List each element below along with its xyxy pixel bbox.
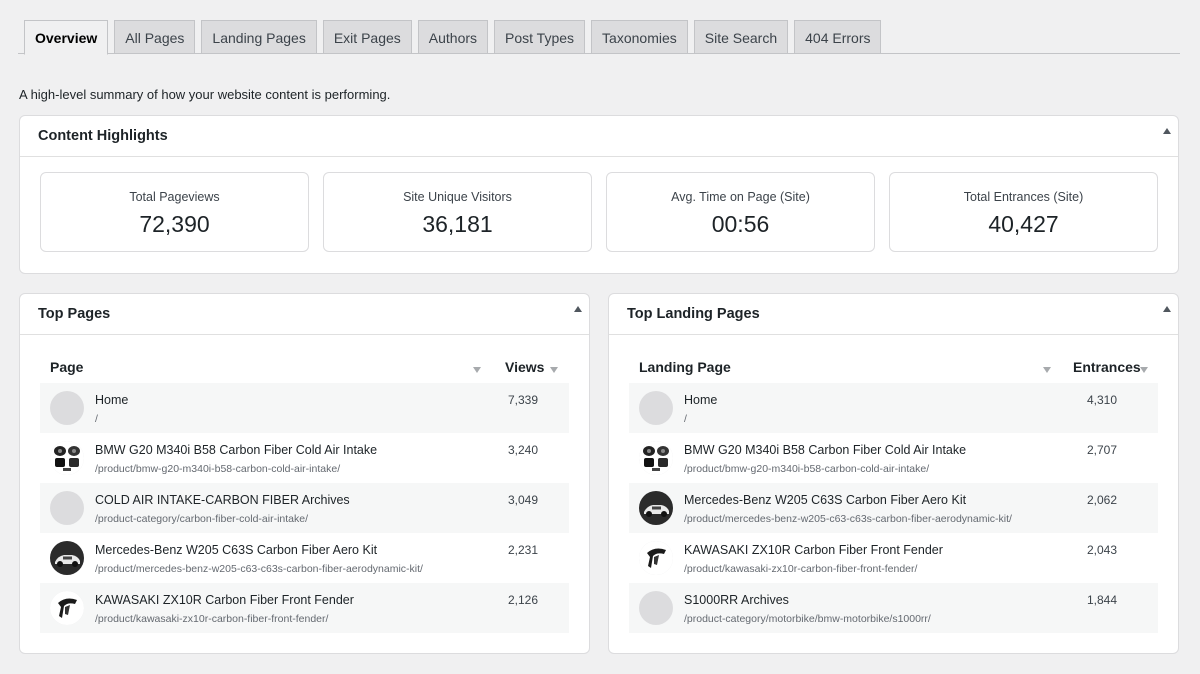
row-value: 4,310	[1087, 393, 1118, 407]
table-header: Landing Page Entrances	[629, 349, 1158, 383]
table-row[interactable]: KAWASAKI ZX10R Carbon Fiber Front Fender…	[629, 533, 1158, 583]
page-url: /	[684, 413, 687, 425]
panel-header: Top Landing Pages	[609, 294, 1178, 335]
collapse-arrow-icon[interactable]	[1163, 128, 1171, 134]
thumbnail-fender-icon	[639, 541, 673, 575]
tab-all-pages[interactable]: All Pages	[114, 20, 196, 54]
thumbnail-intake-parts-icon	[50, 441, 84, 475]
sort-arrow-icon[interactable]	[1043, 367, 1051, 373]
page-url: /product/mercedes-benz-w205-c63-c63s-car…	[684, 513, 1012, 525]
page-title-link[interactable]: KAWASAKI ZX10R Carbon Fiber Front Fender	[95, 593, 354, 607]
row-value: 2,231	[508, 543, 539, 557]
kpi-label: Site Unique Visitors	[403, 190, 512, 204]
kpi-label: Total Pageviews	[129, 190, 220, 204]
page-url: /product/bmw-g20-m340i-b58-carbon-cold-a…	[95, 463, 341, 475]
page-url: /product/kawasaki-zx10r-carbon-fiber-fro…	[95, 613, 329, 625]
thumbnail-car-icon	[50, 541, 84, 575]
kpi-total-entrances: Total Entrances (Site) 40,427	[889, 172, 1158, 252]
page-url: /product/mercedes-benz-w205-c63-c63s-car…	[95, 563, 423, 575]
tabs-divider	[18, 53, 1180, 54]
row-value: 7,339	[508, 393, 539, 407]
top-landing-pages-panel: Top Landing Pages Landing Page Entrances…	[608, 293, 1179, 654]
row-value: 2,043	[1087, 543, 1118, 557]
tab-404-errors[interactable]: 404 Errors	[794, 20, 882, 54]
thumbnail-placeholder	[50, 491, 84, 525]
table-row[interactable]: BMW G20 M340i B58 Carbon Fiber Cold Air …	[629, 433, 1158, 483]
thumbnail-fender-icon	[50, 591, 84, 625]
kpi-total-pageviews: Total Pageviews 72,390	[40, 172, 309, 252]
page-title-link[interactable]: Mercedes-Benz W205 C63S Carbon Fiber Aer…	[684, 493, 966, 507]
panel-header: Top Pages	[20, 294, 589, 335]
table-body: Home / 4,310 BMW G20 M340i B58 Carbon Fiber…	[629, 383, 1158, 633]
thumbnail-placeholder	[639, 391, 673, 425]
thumbnail-placeholder	[50, 391, 84, 425]
page-url: /	[95, 413, 98, 425]
row-value: 2,062	[1087, 493, 1118, 507]
page-title-link[interactable]: BMW G20 M340i B58 Carbon Fiber Cold Air …	[95, 443, 377, 457]
page-url: /product/kawasaki-zx10r-carbon-fiber-fro…	[684, 563, 918, 575]
page-description: A high-level summary of how your website…	[19, 87, 391, 102]
tab-overview[interactable]: Overview	[24, 20, 109, 55]
page-title-link[interactable]: KAWASAKI ZX10R Carbon Fiber Front Fender	[684, 543, 943, 557]
page-url: /product/bmw-g20-m340i-b58-carbon-cold-a…	[684, 463, 930, 475]
kpi-value: 00:56	[711, 211, 770, 237]
content-highlights-panel: Content Highlights Total Pageviews 72,39…	[19, 115, 1179, 274]
column-header-entrances[interactable]: Entrances	[1073, 359, 1141, 375]
table-row[interactable]: S1000RR Archives/product-category/motorb…	[629, 583, 1158, 633]
table-row[interactable]: Home / 7,339	[40, 383, 569, 433]
kpi-site-unique-visitors: Site Unique Visitors 36,181	[323, 172, 592, 252]
sort-arrow-icon[interactable]	[473, 367, 481, 373]
table-row[interactable]: Mercedes-Benz W205 C63S Carbon Fiber Aer…	[40, 533, 569, 583]
sort-arrow-icon[interactable]	[1140, 367, 1148, 373]
kpi-label: Total Entrances (Site)	[963, 190, 1084, 204]
kpi-value: 72,390	[139, 211, 210, 237]
page-title-link[interactable]: S1000RR Archives	[684, 593, 789, 607]
row-value: 2,707	[1087, 443, 1118, 457]
page-title-link[interactable]: Home	[684, 393, 717, 407]
kpi-avg-time-on-page: Avg. Time on Page (Site) 00:56	[606, 172, 875, 252]
table-row[interactable]: Mercedes-Benz W205 C63S Carbon Fiber Aer…	[629, 483, 1158, 533]
row-value: 3,049	[508, 493, 539, 507]
tab-site-search[interactable]: Site Search	[693, 20, 789, 54]
tab-taxonomies[interactable]: Taxonomies	[591, 20, 688, 54]
row-value: 3,240	[508, 443, 539, 457]
tab-landing-pages[interactable]: Landing Pages	[201, 20, 317, 54]
thumbnail-car-icon	[639, 491, 673, 525]
page-url: /product-category/motorbike/bmw-motorbik…	[684, 613, 931, 625]
report-tabs: Overview All Pages Landing Pages Exit Pa…	[24, 20, 882, 55]
page-title-link[interactable]: Mercedes-Benz W205 C63S Carbon Fiber Aer…	[95, 543, 377, 557]
page-title-link[interactable]: BMW G20 M340i B58 Carbon Fiber Cold Air …	[684, 443, 966, 457]
panel-title: Top Landing Pages	[627, 306, 760, 322]
tab-authors[interactable]: Authors	[417, 20, 489, 54]
page-title-link[interactable]: Home	[95, 393, 128, 407]
table-row[interactable]: KAWASAKI ZX10R Carbon Fiber Front Fender…	[40, 583, 569, 633]
sort-arrow-icon[interactable]	[550, 367, 558, 373]
collapse-arrow-icon[interactable]	[1163, 306, 1171, 312]
panel-title: Content Highlights	[38, 128, 168, 144]
panel-title: Top Pages	[38, 306, 111, 322]
tab-post-types[interactable]: Post Types	[494, 20, 586, 54]
kpi-value: 36,181	[422, 211, 493, 237]
table-body: Home / 7,339 BMW G20 M340i B58 Carbon Fiber…	[40, 383, 569, 633]
page-title-link[interactable]: COLD AIR INTAKE-CARBON FIBER Archives	[95, 493, 350, 507]
row-value: 2,126	[508, 593, 539, 607]
column-header-page[interactable]: Page	[50, 359, 83, 375]
table-row[interactable]: BMW G20 M340i B58 Carbon Fiber Cold Air …	[40, 433, 569, 483]
thumbnail-intake-parts-icon	[639, 441, 673, 475]
table-row[interactable]: COLD AIR INTAKE-CARBON FIBER Archives/pr…	[40, 483, 569, 533]
kpi-value: 40,427	[988, 211, 1059, 237]
table-row[interactable]: Home / 4,310	[629, 383, 1158, 433]
row-value: 1,844	[1087, 593, 1118, 607]
tab-exit-pages[interactable]: Exit Pages	[322, 20, 412, 54]
thumbnail-placeholder	[639, 591, 673, 625]
kpi-label: Avg. Time on Page (Site)	[671, 190, 810, 204]
column-header-landing-page[interactable]: Landing Page	[639, 359, 731, 375]
panel-header: Content Highlights	[20, 116, 1178, 157]
top-pages-panel: Top Pages Page Views Home / 7,339 BMW G20 M…	[19, 293, 590, 654]
page-url: /product-category/carbon-fiber-cold-air-…	[95, 513, 309, 525]
table-header: Page Views	[40, 349, 569, 383]
column-header-views[interactable]: Views	[505, 359, 544, 375]
collapse-arrow-icon[interactable]	[574, 306, 582, 312]
